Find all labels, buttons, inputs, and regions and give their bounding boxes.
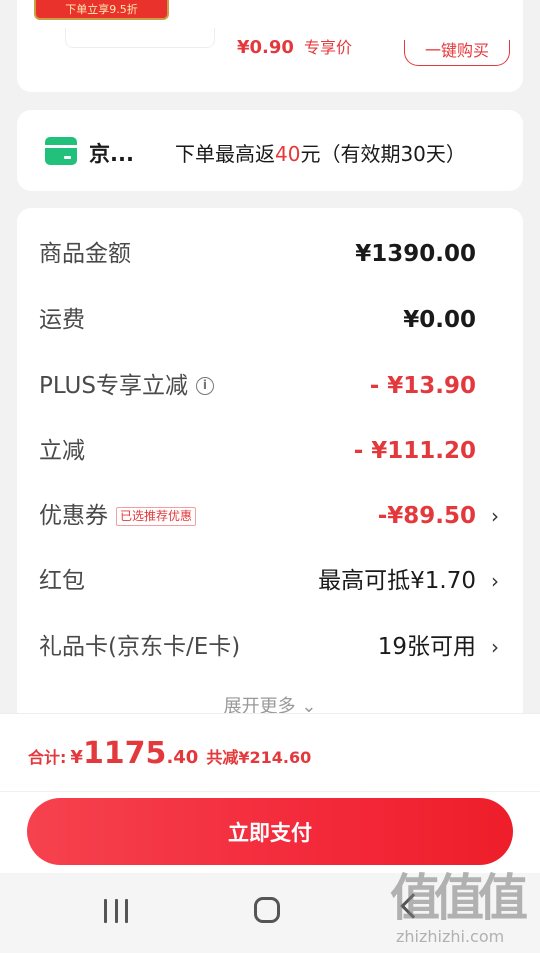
goods-amount-label: 商品金额 [39,241,131,267]
jd-card-name: 京... [89,142,134,166]
jd-card-cashback-info: 下单最高返40元（有效期30天） [175,138,466,167]
chevron-right-icon: › [491,504,499,528]
jd-card-row[interactable]: 京... 下单最高返40元（有效期30天） [17,110,523,191]
order-total: 合计: ¥ 1175 .40 共减¥214.60 [28,736,311,771]
checkout-bar: 合计: ¥ 1175 .40 共减¥214.60 立即支付 [0,713,540,873]
order-summary-card: 商品金额 ¥1390.00 运费 ¥0.00 PLUS专享立减 i - ¥13.… [17,208,523,748]
info-icon[interactable]: i [195,377,214,395]
watermark-url: zhizhizhi.com [396,927,505,946]
coupon-row[interactable]: 优惠券 已选推荐优惠 -¥89.50 › [17,496,523,536]
goods-amount-value: ¥1390.00 [355,241,476,267]
gift-card-label: 礼品卡(京东卡/E卡) [39,634,241,660]
shipping-value: ¥0.00 [403,307,476,333]
cashback-prefix: 下单最高返 [175,142,275,166]
shipping-label: 运费 [39,307,85,333]
chevron-right-icon: › [491,569,499,593]
total-integer: 1175 [82,736,167,771]
instant-discount-value: - ¥111.20 [353,438,476,464]
exclusive-price-label: 专享价 [303,38,352,57]
total-decimal: .40 [166,747,199,768]
promo-tag: 下单立享9.5折 [34,0,169,20]
recent-apps-icon[interactable] [104,899,128,923]
red-packet-row[interactable]: 红包 最高可抵¥1.70 › [17,561,523,601]
one-click-buy-button[interactable]: 一键购买 [404,40,510,66]
shipping-row: 运费 ¥0.00 [17,300,523,340]
exclusive-price: ¥0.90 专享价 [237,34,352,58]
coupon-label: 优惠券 [39,503,108,529]
home-icon[interactable] [254,897,280,923]
divider [0,791,540,792]
coupon-value: -¥89.50 [377,503,476,529]
pay-now-button[interactable]: 立即支付 [27,798,513,865]
card-icon [45,137,77,165]
gift-card-value: 19张可用 [377,634,476,660]
watermark: 值值值 zhizhizhi.com [390,868,540,953]
total-saved: 共减¥214.60 [206,748,312,767]
cashback-suffix: 元（有效期30天） [300,142,466,166]
chevron-right-icon: › [491,635,499,659]
total-label: 合计: [28,748,67,767]
instant-discount-row: 立减 - ¥111.20 [17,431,523,471]
exclusive-price-value: ¥0.90 [237,37,294,58]
watermark-logo: 值值值 [390,869,528,927]
red-packet-label: 红包 [39,568,85,594]
total-currency: ¥ [70,747,83,768]
goods-amount-row: 商品金额 ¥1390.00 [17,234,523,274]
gift-card-row[interactable]: 礼品卡(京东卡/E卡) 19张可用 › [17,627,523,667]
plus-discount-row: PLUS专享立减 i - ¥13.90 [17,366,523,406]
cashback-amount: 40 [275,142,301,166]
instant-discount-label: 立减 [39,438,85,464]
recommended-coupon-badge: 已选推荐优惠 [116,506,197,526]
plus-discount-value: - ¥13.90 [369,373,476,399]
product-option-box [65,28,215,48]
red-packet-value: 最高可抵¥1.70 [318,568,476,594]
plus-discount-label: PLUS专享立减 [39,373,188,399]
